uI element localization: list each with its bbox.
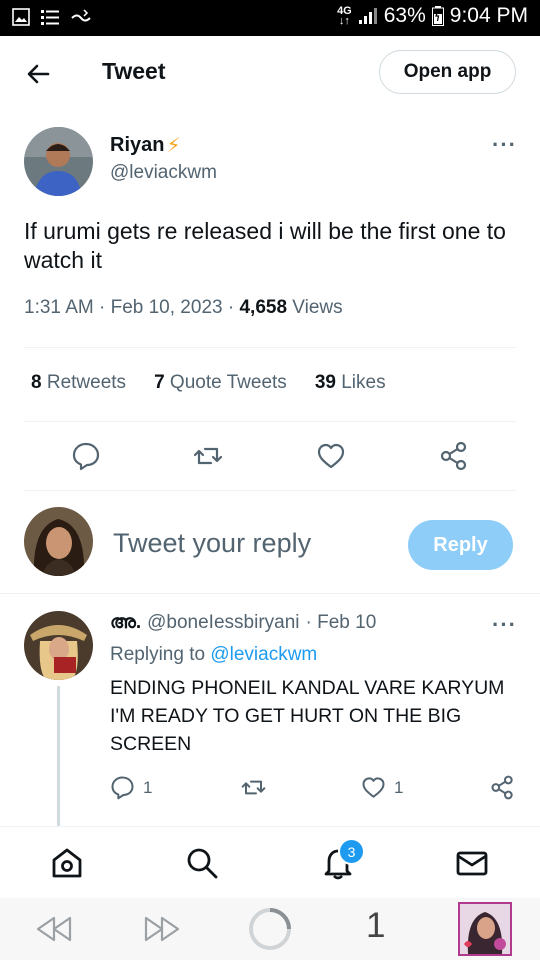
reply-author-avatar[interactable] [24, 611, 93, 680]
tweet-timestamp[interactable]: 1:31 AM · Feb 10, 2023 · [24, 297, 239, 318]
replying-to-handle[interactable]: @leviackwm [210, 644, 317, 665]
author-handle[interactable]: @leviackwm [110, 162, 217, 184]
browser-back-icon[interactable] [34, 913, 74, 945]
like-icon[interactable] [316, 441, 346, 471]
reply-retweet-action[interactable] [241, 775, 266, 800]
divider [24, 347, 516, 348]
quote-tweets-stat[interactable]: 7 Quote Tweets [154, 372, 287, 394]
divider [24, 490, 516, 491]
lightning-emoji: ⚡ [166, 135, 181, 157]
battery-icon [431, 6, 444, 26]
messages-icon[interactable] [455, 846, 489, 880]
signal-icon [358, 8, 377, 24]
author-name[interactable]: Riyan ⚡ [110, 133, 181, 158]
loading-spinner-icon[interactable] [247, 906, 293, 952]
status-bar: 4G ↓↑ 63% 9:04 PM [0, 0, 540, 36]
reply-date[interactable]: · Feb 10 [306, 612, 377, 634]
data-saver-icon [71, 9, 91, 22]
reply-share-action[interactable] [490, 775, 515, 800]
reply-button[interactable]: Reply [408, 520, 513, 570]
search-icon[interactable] [185, 846, 219, 880]
back-arrow-icon[interactable] [22, 58, 54, 90]
tweet-text: If urumi gets re released i will be the … [24, 218, 506, 273]
divider [0, 593, 540, 594]
reply-author-name[interactable]: അ. [110, 612, 141, 634]
reply-text: ENDING PHONEIL KANDAL VARE KARYUM I'M RE… [110, 677, 505, 755]
reply-reply-action[interactable]: 1 [110, 775, 152, 800]
tweet-stats: 8 Retweets 7 Quote Tweets 39 Likes [31, 372, 386, 394]
replying-to: Replying to @leviackwm [110, 644, 318, 665]
reply-icon [111, 776, 134, 800]
retweets-stat[interactable]: 8 Retweets [31, 372, 126, 394]
reply-icon[interactable] [71, 441, 101, 471]
clock: 9:04 PM [449, 4, 528, 27]
views-label: Views [287, 297, 343, 318]
header: Tweet Open app [0, 36, 540, 112]
tweet-meta: 1:31 AM · Feb 10, 2023 · 4,658 Views [24, 297, 343, 319]
retweet-icon[interactable] [193, 441, 223, 471]
thread-line [57, 686, 60, 826]
profile-thumbnail[interactable] [458, 902, 512, 956]
reply-like-action[interactable]: 1 [361, 775, 403, 800]
more-options-icon[interactable]: ··· [492, 132, 517, 158]
list-icon [41, 10, 59, 25]
like-icon [362, 777, 385, 798]
share-icon [491, 775, 513, 800]
browser-forward-icon[interactable] [142, 913, 182, 945]
tab-count[interactable]: 1 [366, 906, 385, 946]
reply-author-line: അ. @boneIessbiryani · Feb 10 [110, 612, 376, 634]
gallery-icon [12, 8, 30, 26]
retweet-icon [241, 780, 266, 795]
battery-percent: 63% [383, 4, 426, 27]
home-icon[interactable] [50, 846, 84, 880]
current-user-avatar[interactable] [24, 507, 93, 576]
reply-author-handle[interactable]: @boneIessbiryani [147, 612, 299, 634]
views-count: 4,658 [239, 297, 288, 318]
reply-more-options-icon[interactable]: ··· [492, 612, 517, 638]
notification-badge: 3 [338, 838, 365, 865]
network-type: 4G ↓↑ [337, 5, 352, 27]
divider [24, 421, 516, 422]
reply-input[interactable]: Tweet your reply [113, 528, 311, 559]
author-avatar[interactable] [24, 127, 93, 196]
open-app-button[interactable]: Open app [379, 50, 516, 94]
page-title: Tweet [102, 58, 166, 84]
share-icon[interactable] [439, 441, 469, 471]
likes-stat[interactable]: 39 Likes [315, 372, 386, 394]
